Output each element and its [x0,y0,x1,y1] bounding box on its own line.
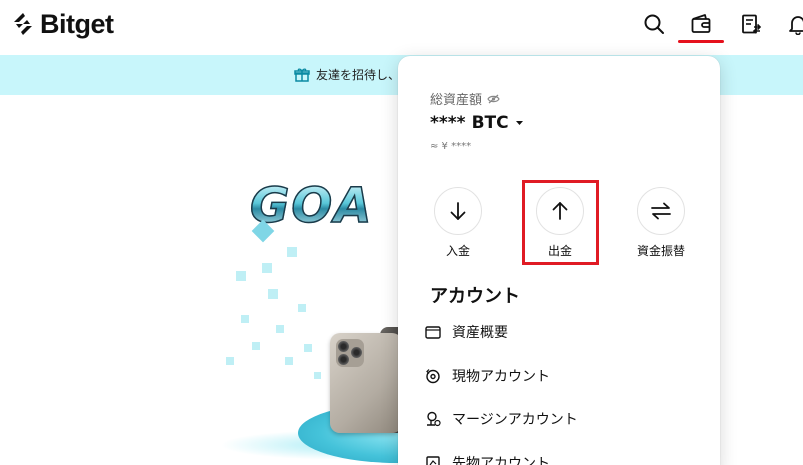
gift-icon [294,67,310,82]
menu-item-assets-overview[interactable]: 資産概要 [424,321,508,343]
decor-square [298,304,306,312]
decor-square [285,357,293,365]
search-button[interactable] [638,8,670,40]
bitget-logo[interactable]: Bitget [10,8,114,40]
decor-square [287,247,297,257]
hide-balance-icon[interactable] [487,94,500,104]
decor-square [276,325,284,333]
orders-icon [742,14,762,34]
decor-square [304,344,312,352]
deposit-button[interactable] [434,187,482,235]
camera-lens [351,347,362,358]
orders-button[interactable] [735,8,767,40]
caret-down-icon [515,121,523,125]
wallet-button[interactable] [685,8,717,40]
balance-value: **** [430,113,466,133]
wallet-outline-icon [424,323,442,341]
transfer-icon [651,202,671,220]
deposit-label: 入金 [445,244,470,258]
page: Bitget 友達を招待し、 GOA 総資産額 **** BTC ≈ ¥ ***… [0,0,803,465]
total-assets-label-text: 総資産額 [430,93,483,108]
decor-square [226,357,234,365]
total-assets-label: 総資産額 [430,89,500,108]
logo-text: Bitget [40,8,114,39]
decor-square [236,271,246,281]
deposit-action[interactable]: 入金 [418,187,498,259]
menu-item-label: 資産概要 [452,325,508,341]
phone-camera-module [336,339,364,367]
transfer-label: 資金振替 [636,244,685,258]
menu-item-futures-account[interactable]: 先物アカウント [424,452,550,465]
camera-lens [338,354,349,365]
futures-icon [424,454,442,465]
balance-display[interactable]: **** BTC [430,113,524,133]
menu-item-spot-account[interactable]: 現物アカウント [424,365,550,387]
decor-square [314,372,321,379]
balance-currency: BTC [471,113,509,133]
menu-item-label: 現物アカウント [452,369,550,385]
bitget-logo-icon [14,13,32,35]
camera-lens [338,341,349,352]
approx-fiat-value: ≈ ¥ **** [430,141,472,152]
search-icon [644,14,664,34]
menu-item-label: マージンアカウント [452,412,578,428]
decor-square [262,263,272,273]
transfer-action[interactable]: 資金振替 [621,187,701,259]
transfer-button[interactable] [637,187,685,235]
promo-banner-text: 友達を招待し、 [316,68,401,82]
bell-icon [789,16,803,35]
menu-item-margin-account[interactable]: マージンアカウント [424,408,578,430]
phone-image [330,333,402,433]
assets-dropdown-panel: 総資産額 **** BTC ≈ ¥ **** 入金 出金 資金振替 アカウント … [398,56,720,465]
account-section-title: アカウント [430,286,520,307]
wallet-icon [691,14,711,33]
notifications-button[interactable] [782,8,803,40]
spot-icon [424,367,442,385]
withdraw-highlight-box [522,180,599,265]
decor-square [268,289,278,299]
arrow-down-icon [450,202,466,220]
decor-square [241,315,249,323]
menu-item-label: 先物アカウント [452,456,550,465]
promo-banner-content: 友達を招待し、 [294,66,400,83]
wallet-active-indicator [678,40,724,43]
decor-square [252,342,260,350]
top-navbar: Bitget [0,0,803,55]
margin-icon [424,410,442,428]
